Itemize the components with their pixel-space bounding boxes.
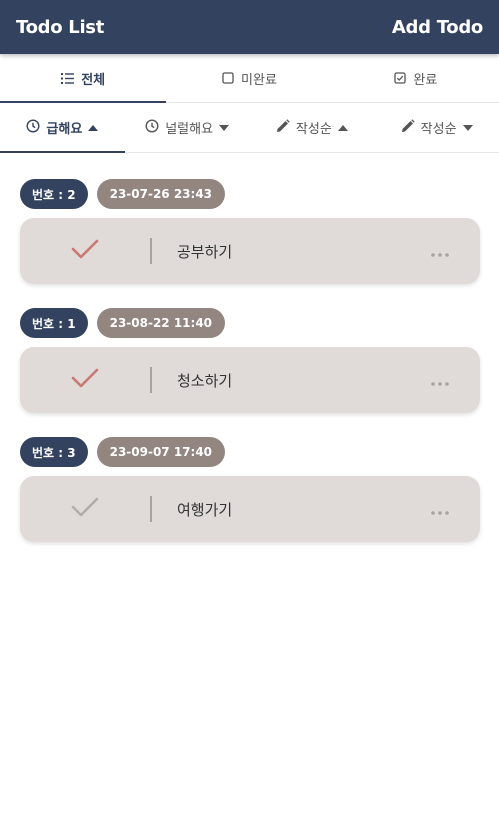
date-badge: 23-07-26 23:43 <box>96 179 226 209</box>
todo-item: 번호 : 2 23-07-26 23:43 공부하기 <box>20 179 480 284</box>
pencil-icon <box>401 118 415 137</box>
check-icon <box>71 239 99 263</box>
tab-label: 전체 <box>81 72 106 88</box>
sort-relaxed-desc[interactable]: 널럴해요 <box>125 104 250 153</box>
filter-tabs: 전체 미완료 완료 <box>0 54 499 103</box>
todo-card: 청소하기 <box>20 347 480 413</box>
todo-card: 공부하기 <box>20 218 480 284</box>
more-dots-icon <box>431 500 449 519</box>
sort-label: 널럴해요 <box>165 122 214 137</box>
clock-icon <box>145 118 159 137</box>
todo-item: 번호 : 1 23-08-22 11:40 청소하기 <box>20 308 480 413</box>
todo-meta: 번호 : 3 23-09-07 17:40 <box>20 437 480 467</box>
checkbox-checked-icon <box>394 72 407 84</box>
more-dots-icon <box>431 242 449 261</box>
todo-list: 번호 : 2 23-07-26 23:43 공부하기 번호: 1 23-08-… <box>0 153 499 542</box>
caret-down-icon <box>462 120 473 135</box>
sort-label: 작성순 <box>420 122 457 137</box>
sort-created-desc[interactable]: 작성순 <box>374 104 499 153</box>
todo-text: 여행가기 <box>177 500 233 519</box>
clock-icon <box>26 118 40 137</box>
sort-label: 작성순 <box>295 122 332 137</box>
more-button[interactable] <box>400 371 480 390</box>
todo-text: 청소하기 <box>177 371 233 390</box>
number-badge: 번호 : 2 <box>20 179 88 209</box>
more-dots-icon <box>431 371 449 390</box>
sort-label: 급해요 <box>46 122 83 137</box>
number-badge: 번호 : 1 <box>20 308 88 338</box>
complete-toggle[interactable] <box>20 239 150 263</box>
todo-card: 여행가기 <box>20 476 480 542</box>
checkbox-empty-icon <box>222 72 234 84</box>
more-button[interactable] <box>400 242 480 261</box>
add-todo-button[interactable]: Add Todo <box>392 17 483 38</box>
caret-down-icon <box>219 120 230 135</box>
tab-all[interactable]: 전체 <box>0 55 167 103</box>
tab-complete[interactable]: 완료 <box>333 55 499 103</box>
tab-label: 미완료 <box>241 72 277 88</box>
todo-item: 번호 : 3 23-09-07 17:40 여행가기 <box>20 437 480 542</box>
app-header: Todo List Add Todo <box>0 0 499 54</box>
pencil-icon <box>276 118 290 137</box>
list-icon <box>61 72 75 84</box>
todo-meta: 번호 : 2 23-07-26 23:43 <box>20 179 480 209</box>
tab-label: 완료 <box>413 72 438 88</box>
todo-text: 공부하기 <box>177 242 233 261</box>
check-icon <box>71 497 99 521</box>
tab-incomplete[interactable]: 미완료 <box>166 55 332 103</box>
sort-created-asc[interactable]: 작성순 <box>250 104 375 153</box>
date-badge: 23-08-22 11:40 <box>96 308 226 338</box>
complete-toggle[interactable] <box>20 497 150 521</box>
caret-up-icon <box>337 120 348 135</box>
number-badge: 번호 : 3 <box>20 437 88 467</box>
sort-options: 급해요 널럴해요 작성순 작성순 <box>0 103 499 153</box>
todo-meta: 번호 : 1 23-08-22 11:40 <box>20 308 480 338</box>
sort-urgent-asc[interactable]: 급해요 <box>0 104 125 153</box>
more-button[interactable] <box>400 500 480 519</box>
complete-toggle[interactable] <box>20 368 150 392</box>
check-icon <box>71 368 99 392</box>
date-badge: 23-09-07 17:40 <box>96 437 226 467</box>
app-title: Todo List <box>16 16 105 38</box>
caret-up-icon <box>88 120 99 135</box>
